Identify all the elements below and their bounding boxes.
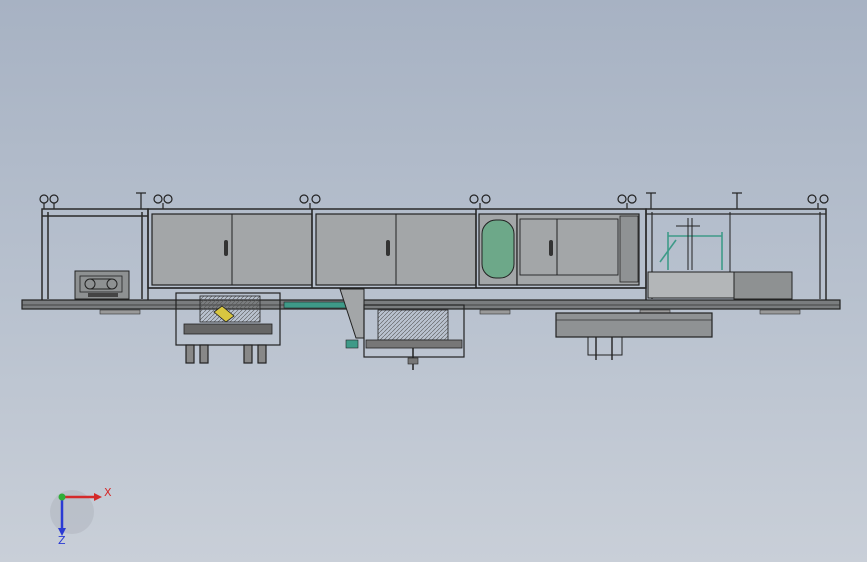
machine-drawing: X Z (21, 192, 841, 547)
bracket-5 (469, 194, 491, 209)
right-frame (645, 208, 827, 302)
mounting-brackets (39, 192, 829, 209)
bracket-2 (136, 192, 146, 209)
door-handle-2 (386, 240, 390, 256)
z-axis-label: Z (58, 534, 66, 547)
door-handle-3 (549, 240, 553, 256)
bracket-1 (39, 194, 59, 209)
bracket-8 (807, 194, 829, 209)
bracket-6 (617, 192, 656, 209)
bracket-7 (732, 192, 742, 209)
right-undercarriage (555, 312, 713, 360)
axis-triad: X Z (50, 486, 112, 547)
x-axis-label: X (104, 486, 112, 499)
door-handle-1 (224, 240, 228, 256)
y-axis-dot (58, 493, 66, 501)
inspection-window (481, 219, 515, 279)
bracket-3 (153, 194, 173, 209)
teal-rack (659, 232, 723, 270)
cad-viewport[interactable]: X Z (0, 0, 867, 562)
main-cabinet (147, 208, 647, 289)
bracket-4 (299, 194, 321, 209)
drive-motor-unit (74, 270, 130, 300)
